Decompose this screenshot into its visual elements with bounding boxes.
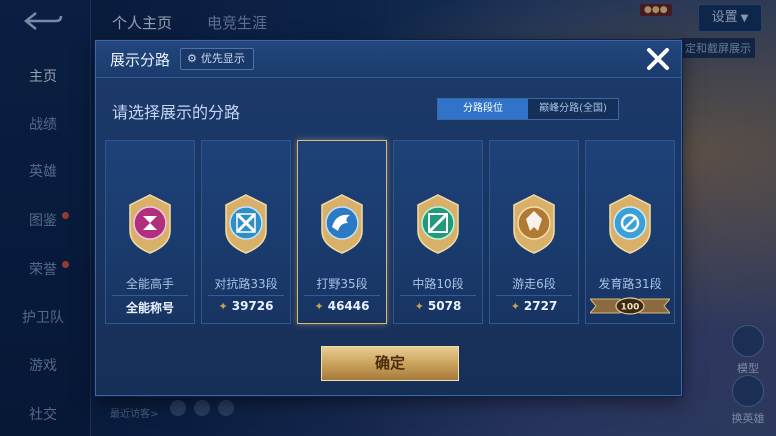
clash-lane-badge-icon [225, 194, 267, 254]
lane-name: 对抗路33段 [214, 277, 278, 291]
score-value: 39726 [231, 299, 274, 313]
priority-display-button[interactable]: ⚙ 优先显示 [180, 48, 254, 70]
lane-name: 中路10段 [412, 277, 464, 291]
lane-name: 打野35段 [316, 277, 368, 291]
confirm-button[interactable]: 确定 [321, 346, 459, 381]
lane-card-mid[interactable]: 中路10段 ✦ 5078 [393, 140, 483, 324]
gear-icon: ⚙ [187, 52, 197, 65]
lane-score: ✦ 46446 [298, 299, 386, 313]
all-round-badge-icon [129, 194, 171, 254]
priority-display-label: 优先显示 [200, 52, 245, 65]
lane-score: ✦ 2727 [490, 299, 578, 313]
score-value: 46446 [327, 299, 370, 313]
lane-name: 游走6段 [512, 277, 556, 291]
farm-lane-badge-icon [609, 194, 651, 254]
lane-name: 全能高手 [125, 277, 174, 291]
lane-score: ✦ 5078 [394, 299, 482, 313]
lane-name: 发育路31段 [598, 277, 662, 291]
tab-peak-lane[interactable]: 巅峰分路(全国) [528, 99, 618, 119]
tab-lane-rank[interactable]: 分路段位 [438, 99, 528, 119]
display-lane-dialog: 展示分路 ⚙ 优先显示 请选择展示的分路 分路段位 巅峰分路(全国) 全能高手 … [95, 40, 682, 396]
rank-star-icon: ✦ [414, 300, 424, 313]
lane-card-roam[interactable]: 游走6段 ✦ 2727 [489, 140, 579, 324]
card-divider [496, 295, 572, 296]
score-value: 2727 [523, 299, 558, 313]
rank-ribbon-icon: 100 [590, 297, 670, 315]
lane-card-all-round[interactable]: 全能高手 全能称号 [105, 140, 195, 324]
lane-card-clash[interactable]: 对抗路33段 ✦ 39726 [201, 140, 291, 324]
rank-star-icon: ✦ [218, 300, 228, 313]
mid-lane-badge-icon [417, 194, 459, 254]
dialog-header: 展示分路 ⚙ 优先显示 [96, 41, 681, 78]
title-label: 全能称号 [125, 301, 174, 315]
lane-footer-label: 全能称号 [106, 299, 194, 316]
rank-star-icon: ✦ [314, 300, 324, 313]
ribbon-rank-number: 100 [621, 303, 640, 313]
rank-star-icon: ✦ [510, 300, 520, 313]
jungle-badge-icon [321, 194, 363, 254]
score-value: 5078 [427, 299, 462, 313]
select-lane-prompt: 请选择展示的分路 [112, 103, 241, 122]
dialog-title: 展示分路 [110, 51, 171, 69]
lane-card-farm[interactable]: 发育路31段 100 [585, 140, 675, 324]
close-icon[interactable] [644, 45, 672, 73]
card-divider [208, 295, 284, 296]
roam-badge-icon [513, 194, 555, 254]
lane-card-jungle[interactable]: 打野35段 ✦ 46446 [297, 140, 387, 324]
card-divider [400, 295, 476, 296]
lane-mode-toggle: 分路段位 巅峰分路(全国) [437, 98, 619, 120]
lane-score: ✦ 39726 [202, 299, 290, 313]
card-divider [304, 295, 380, 296]
card-divider [112, 295, 188, 296]
